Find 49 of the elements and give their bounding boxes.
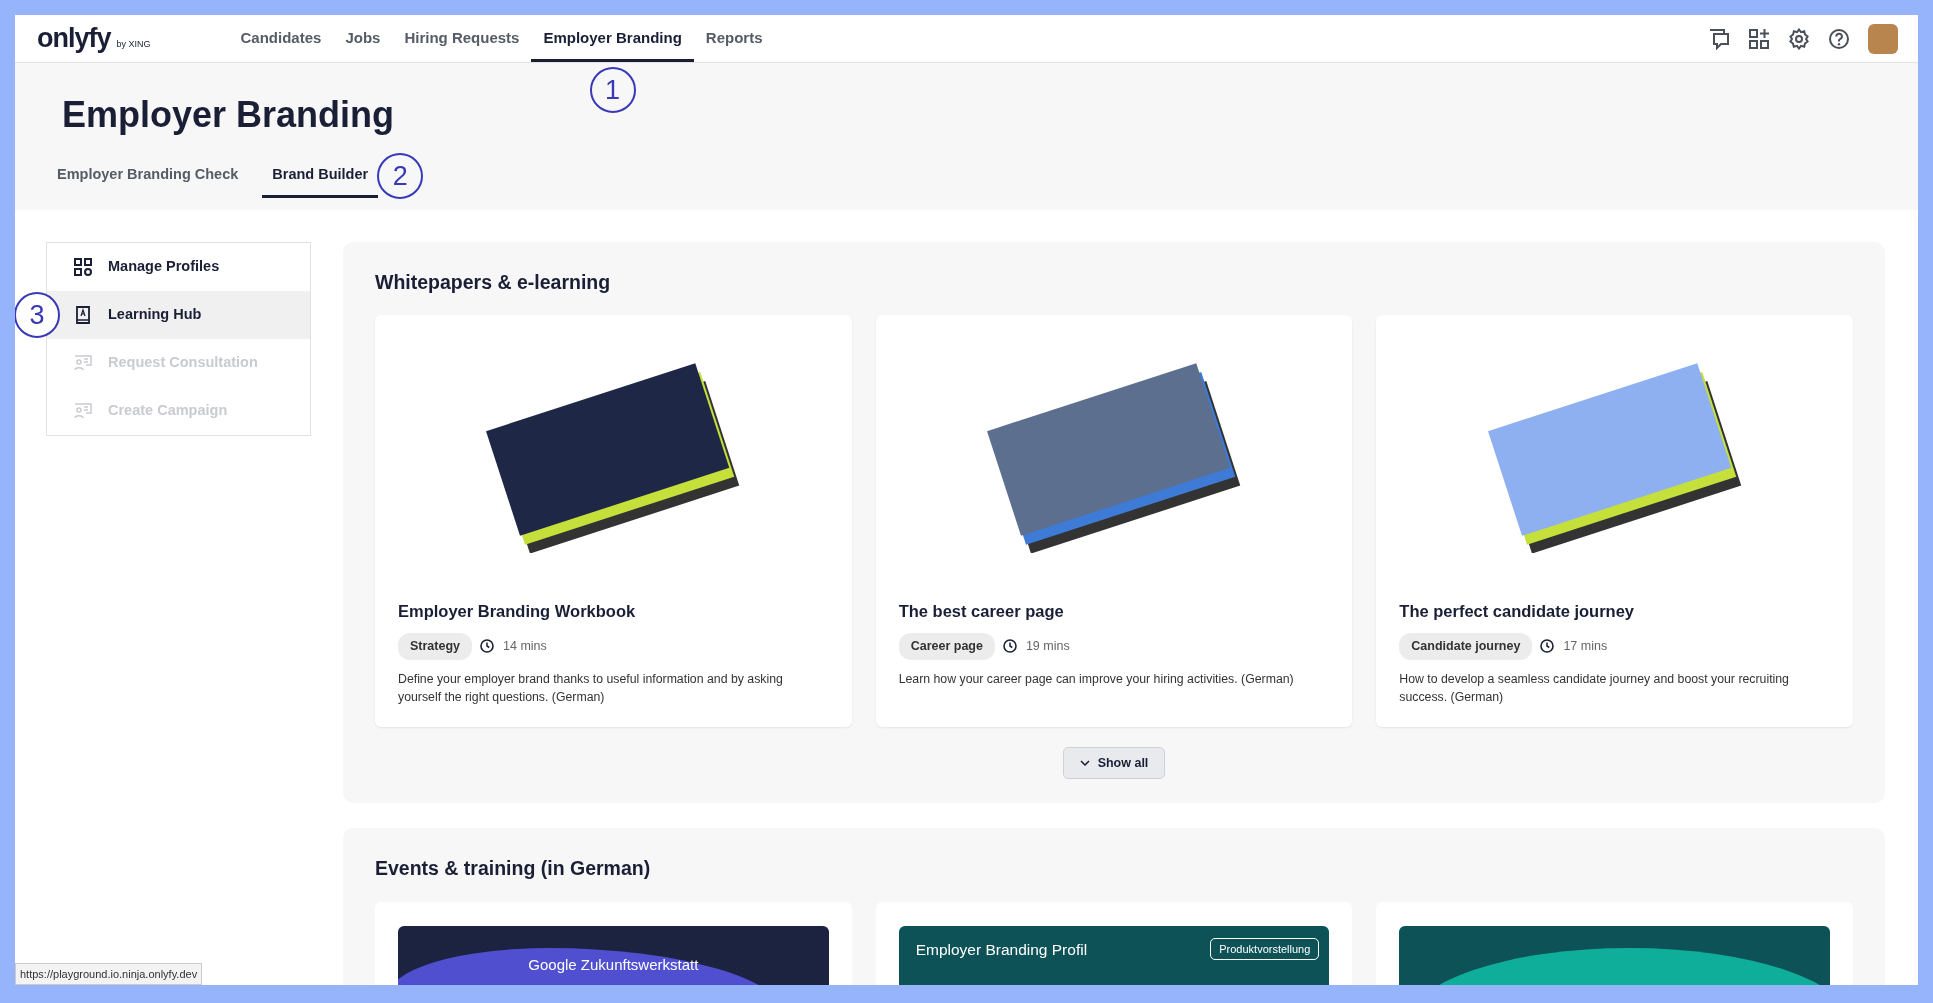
- help-icon: [1828, 27, 1850, 50]
- whitepaper-card[interactable]: The perfect candidate journey Candidate journey 17 mins How to develop a seamless candidate journey and boost your recruiting success. (German): [1376, 315, 1853, 727]
- add-widget-icon: [1748, 27, 1770, 50]
- show-all-button[interactable]: Show all: [1062, 746, 1166, 780]
- avatar-photo[interactable]: [1868, 23, 1898, 54]
- banner-text: Google Zukunftswerkstatt: [528, 954, 699, 975]
- whitepaper-card[interactable]: The best career page Career page 19 mins Learn how your career page can improve your hiring activities. (German): [875, 315, 1353, 727]
- section-title: Events & training (in German): [375, 856, 652, 882]
- sidebar-item[interactable]: Learning Hub: [47, 291, 310, 339]
- duration-text: 14 mins: [503, 638, 547, 655]
- event-card[interactable]: Employer Branding Profil Produktvorstellung: [875, 901, 1353, 985]
- sub-tab[interactable]: Brand Builder: [262, 158, 379, 198]
- card-description: How to develop a seamless candidate journey and boost your recruiting success. (German): [1399, 670, 1790, 707]
- settings-icon: [1788, 27, 1810, 50]
- card-title: Employer Branding Workbook: [398, 601, 637, 623]
- nav-tab[interactable]: Reports: [693, 15, 775, 62]
- card-description: Learn how your career page can improve your hiring activities. (German): [898, 670, 1295, 688]
- category-tag: Candidate journey: [1399, 633, 1533, 660]
- book-icon: [74, 306, 92, 324]
- clock-icon: [1002, 639, 1017, 654]
- card-title: The best career page: [898, 601, 1065, 623]
- annotation-circle: 3: [15, 292, 60, 338]
- chevron-down-icon: [1079, 760, 1090, 766]
- clock-icon: [1540, 639, 1555, 654]
- logo-suffix: by XING: [116, 38, 151, 51]
- status-url: https://playground.io.ninja.onlyfy.dev: [15, 962, 203, 985]
- presentation-icon: [74, 354, 92, 372]
- grid-icon: [74, 258, 92, 276]
- banner-title: Employer Branding Profil: [915, 939, 1088, 960]
- card-description: Define your employer brand thanks to useful information and by asking yourself the right questions. (German): [398, 670, 784, 707]
- nav-tab[interactable]: Hiring Requests: [392, 15, 532, 62]
- duration-text: 19 mins: [1025, 638, 1070, 655]
- banner-badge: Produktvorstellung: [1210, 937, 1320, 961]
- chat-icon: [1708, 27, 1730, 50]
- whitepaper-card[interactable]: Employer Branding Workbook Strategy 14 mins Define your employer brand thanks to useful information and by asking yourself the right questions. (German): [375, 315, 852, 727]
- section-title: Whitepapers & e-learning: [375, 270, 612, 295]
- category-tag: Career page: [898, 633, 995, 660]
- card-title: The perfect candidate journey: [1399, 601, 1636, 623]
- nav-tab[interactable]: Jobs: [333, 15, 393, 62]
- clock-icon: [480, 639, 495, 654]
- event-card[interactable]: Google Zukunftswerkstatt: [375, 901, 852, 985]
- annotation-circle: 2: [377, 153, 424, 200]
- duration-text: 17 mins: [1563, 638, 1608, 655]
- category-tag: Strategy: [398, 633, 473, 660]
- logo[interactable]: onlyfy: [37, 25, 111, 52]
- sub-tab[interactable]: Employer Branding Check: [47, 158, 249, 198]
- page-title: Employer Branding: [62, 93, 396, 137]
- nav-tab[interactable]: Candidates: [228, 15, 334, 62]
- presentation-icon: [74, 402, 92, 420]
